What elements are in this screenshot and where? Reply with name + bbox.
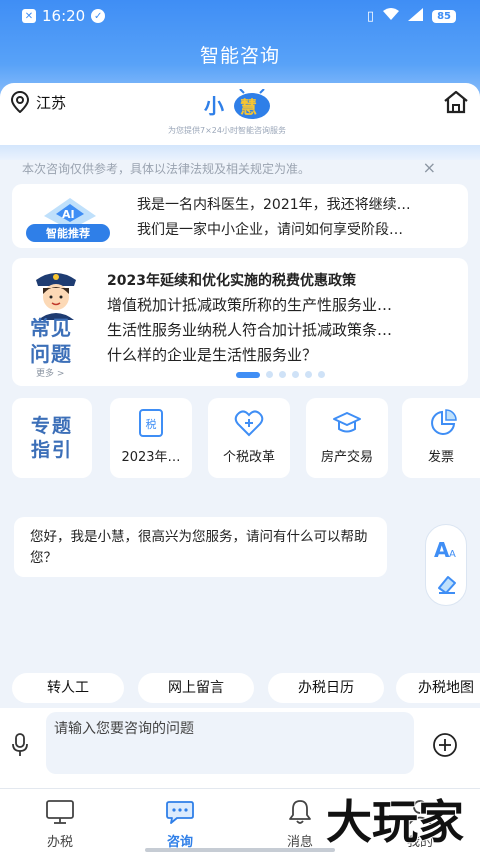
tab-tax[interactable]: 办税 xyxy=(12,789,108,850)
home-indicator xyxy=(145,848,335,852)
svg-text:慧: 慧 xyxy=(240,97,257,118)
svg-text:税: 税 xyxy=(146,417,157,431)
notice-close-button[interactable]: × xyxy=(423,158,436,177)
pager-dot[interactable] xyxy=(236,371,260,378)
header-card: 江苏 小 慧 为您提供7×24小时智能咨询服务 xyxy=(0,83,480,145)
font-size-icon[interactable]: A A xyxy=(434,537,460,561)
faq-label-line2: 问题 xyxy=(30,342,72,366)
faq-label-line1: 常见 xyxy=(30,316,72,340)
topic-property[interactable]: 房产交易 xyxy=(306,398,388,478)
svg-text:AI: AI xyxy=(62,208,75,221)
topics-label-line2: 指引 xyxy=(30,439,73,461)
heart-plus-icon xyxy=(234,410,264,437)
eraser-icon[interactable] xyxy=(436,573,458,595)
tax-doc-icon: 税 xyxy=(139,409,163,437)
vibrate-icon: ▯ xyxy=(366,8,375,24)
faq-item-1[interactable]: 增值税加计抵减政策所称的生产性服务业… xyxy=(107,294,453,315)
tab-consult[interactable]: 咨询 xyxy=(132,789,228,850)
wifi-icon xyxy=(382,7,400,25)
page-title: 智能咨询 xyxy=(199,45,280,67)
topics-label: 专题 指引 xyxy=(12,398,92,478)
monitor-icon xyxy=(46,800,74,824)
battery-indicator: 85 xyxy=(432,9,456,23)
faq-more-link[interactable]: 更多 > xyxy=(36,366,64,379)
bell-icon xyxy=(289,800,311,824)
bot-message: 您好，我是小慧，很高兴为您服务，请问有什么可以帮助您？ xyxy=(14,517,387,577)
topic-label: 发票 xyxy=(427,450,454,465)
svg-text:小: 小 xyxy=(204,94,224,118)
location-pin-icon xyxy=(10,91,30,113)
pager-dot[interactable] xyxy=(305,371,312,378)
signal-icon xyxy=(408,7,424,25)
faq-item-3[interactable]: 什么样的企业是生活性服务业？ xyxy=(107,344,453,365)
xiaohui-logo: 小 慧 xyxy=(204,89,270,119)
watermark-logo: 大玩家 xyxy=(325,794,465,848)
ai-question-1[interactable]: 我是一名内科医生，2021年，我还将继续… xyxy=(137,194,453,214)
ai-recommend-badge: AI 智能推荐 xyxy=(26,198,110,242)
tab-label: 办税 xyxy=(46,835,73,850)
question-input[interactable] xyxy=(46,712,414,774)
online-message-button[interactable]: 网上留言 xyxy=(138,673,254,703)
ai-badge-label: 智能推荐 xyxy=(46,226,90,240)
faq-title[interactable]: 2023年延续和优化实施的税费优惠政策 xyxy=(107,270,453,290)
svg-text:A: A xyxy=(449,549,456,560)
location-selector[interactable]: 江苏 xyxy=(10,91,66,113)
topic-label: 个税改革 xyxy=(222,450,275,465)
topic-label: 房产交易 xyxy=(320,450,373,465)
svg-text:A: A xyxy=(434,538,450,561)
svg-text:大玩家: 大玩家 xyxy=(326,795,464,848)
logo-tagline: 为您提供7×24小时智能咨询服务 xyxy=(168,126,286,135)
app-notification-icon: ✓ xyxy=(91,9,106,23)
topic-invoice[interactable]: 发票 xyxy=(402,398,480,478)
topic-2023[interactable]: 税 2023年… xyxy=(110,398,192,478)
tax-map-button[interactable]: 办税地图 xyxy=(396,673,480,703)
ai-recommend-card: AI 智能推荐 我是一名内科医生，2021年，我还将继续… 我们是一家中小企业，… xyxy=(12,184,468,248)
topic-individual-tax[interactable]: 个税改革 xyxy=(208,398,290,478)
home-icon[interactable] xyxy=(442,89,470,115)
notification-icon: ✕ xyxy=(22,9,36,23)
disclaimer-notice: 本次咨询仅供参考，具体以法律法规及相关规定为准。 xyxy=(22,162,311,176)
microphone-icon[interactable] xyxy=(10,732,30,758)
side-tools: A A xyxy=(425,524,467,606)
faq-item-2[interactable]: 生活性服务业纳税人符合加计抵减政策条… xyxy=(107,319,453,340)
chat-bubble-icon xyxy=(166,801,194,824)
pager-dot[interactable] xyxy=(266,371,273,378)
tax-calendar-button[interactable]: 办税日历 xyxy=(268,673,384,703)
pager-dot[interactable] xyxy=(318,371,325,378)
pager-dot[interactable] xyxy=(292,371,299,378)
location-label: 江苏 xyxy=(36,93,67,112)
ai-question-2[interactable]: 我们是一家中小企业，请问如何享受阶段… xyxy=(137,219,453,239)
graduation-cap-icon xyxy=(333,412,361,433)
status-bar: ✕ 16:20 ✓ ▯ 85 xyxy=(0,0,480,32)
faq-card: 常见 问题 更多 > 2023年延续和优化实施的税费优惠政策 增值税加计抵减政策… xyxy=(12,258,468,386)
pager-dot[interactable] xyxy=(279,371,286,378)
carousel-pager xyxy=(236,371,325,378)
topic-label: 2023年… xyxy=(121,450,181,465)
transfer-to-human-button[interactable]: 转人工 xyxy=(12,673,124,703)
status-time: 16:20 xyxy=(42,7,86,25)
add-icon[interactable] xyxy=(432,732,458,758)
pie-chart-icon xyxy=(431,409,457,435)
topics-label-line1: 专题 xyxy=(30,415,73,437)
